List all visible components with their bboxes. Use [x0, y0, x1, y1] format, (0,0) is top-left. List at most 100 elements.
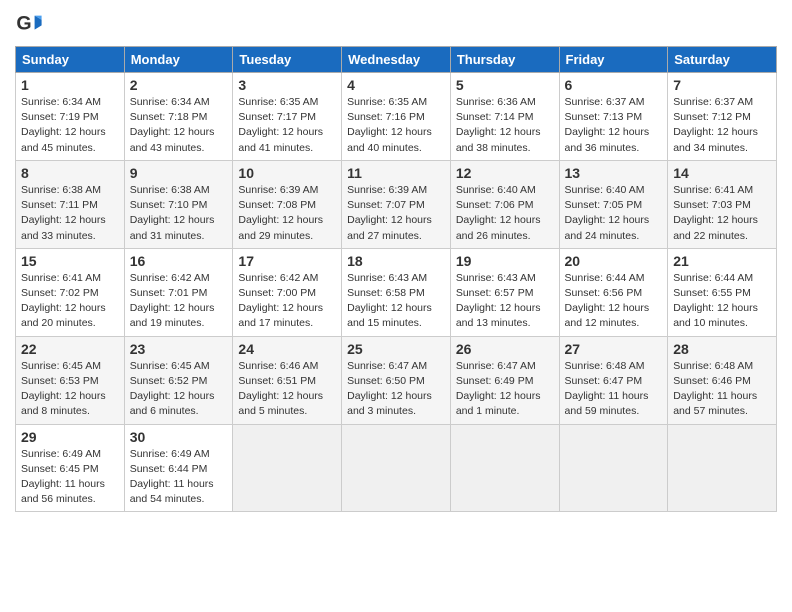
day-number: 22	[21, 341, 119, 357]
logo: G	[15, 10, 47, 38]
calendar-cell: 4 Sunrise: 6:35 AMSunset: 7:16 PMDaylight…	[342, 73, 451, 161]
day-info: Sunrise: 6:37 AMSunset: 7:12 PMDaylight:…	[673, 95, 771, 156]
calendar-cell: 20 Sunrise: 6:44 AMSunset: 6:56 PMDayligh…	[559, 248, 668, 336]
calendar-cell: 8 Sunrise: 6:38 AMSunset: 7:11 PMDaylight…	[16, 160, 125, 248]
day-number: 27	[565, 341, 663, 357]
day-number: 5	[456, 77, 554, 93]
day-number: 21	[673, 253, 771, 269]
logo-icon: G	[15, 10, 43, 38]
svg-text:G: G	[16, 13, 31, 35]
calendar-cell: 24 Sunrise: 6:46 AMSunset: 6:51 PMDayligh…	[233, 336, 342, 424]
calendar-cell: 5 Sunrise: 6:36 AMSunset: 7:14 PMDaylight…	[450, 73, 559, 161]
day-info: Sunrise: 6:39 AMSunset: 7:08 PMDaylight:…	[238, 183, 336, 244]
day-number: 9	[130, 165, 228, 181]
calendar-week-3: 22 Sunrise: 6:45 AMSunset: 6:53 PMDayligh…	[16, 336, 777, 424]
calendar-cell: 1Sunrise: 6:34 AMSunset: 7:19 PMDaylight…	[16, 73, 125, 161]
calendar-cell: 3 Sunrise: 6:35 AMSunset: 7:17 PMDaylight…	[233, 73, 342, 161]
day-number: 16	[130, 253, 228, 269]
calendar-cell: 10 Sunrise: 6:39 AMSunset: 7:08 PMDayligh…	[233, 160, 342, 248]
calendar-cell	[450, 424, 559, 512]
day-info: Sunrise: 6:49 AMSunset: 6:45 PMDaylight:…	[21, 447, 119, 508]
calendar-cell: 2 Sunrise: 6:34 AMSunset: 7:18 PMDaylight…	[124, 73, 233, 161]
calendar-cell: 14 Sunrise: 6:41 AMSunset: 7:03 PMDayligh…	[668, 160, 777, 248]
day-info: Sunrise: 6:34 AMSunset: 7:19 PMDaylight:…	[21, 95, 119, 156]
day-number: 26	[456, 341, 554, 357]
calendar-cell: 22 Sunrise: 6:45 AMSunset: 6:53 PMDayligh…	[16, 336, 125, 424]
day-number: 11	[347, 165, 445, 181]
calendar-cell: 7Sunrise: 6:37 AMSunset: 7:12 PMDaylight…	[668, 73, 777, 161]
header-saturday: Saturday	[668, 47, 777, 73]
day-number: 30	[130, 429, 228, 445]
calendar-cell: 27 Sunrise: 6:48 AMSunset: 6:47 PMDayligh…	[559, 336, 668, 424]
day-number: 12	[456, 165, 554, 181]
calendar-cell: 23 Sunrise: 6:45 AMSunset: 6:52 PMDayligh…	[124, 336, 233, 424]
calendar-cell: 18 Sunrise: 6:43 AMSunset: 6:58 PMDayligh…	[342, 248, 451, 336]
day-info: Sunrise: 6:48 AMSunset: 6:46 PMDaylight:…	[673, 359, 771, 420]
day-number: 17	[238, 253, 336, 269]
calendar-cell: 6 Sunrise: 6:37 AMSunset: 7:13 PMDaylight…	[559, 73, 668, 161]
header: G	[15, 10, 777, 38]
day-number: 13	[565, 165, 663, 181]
day-number: 28	[673, 341, 771, 357]
calendar-cell: 12 Sunrise: 6:40 AMSunset: 7:06 PMDayligh…	[450, 160, 559, 248]
day-number: 10	[238, 165, 336, 181]
day-number: 19	[456, 253, 554, 269]
calendar-week-1: 8 Sunrise: 6:38 AMSunset: 7:11 PMDaylight…	[16, 160, 777, 248]
day-info: Sunrise: 6:34 AMSunset: 7:18 PMDaylight:…	[130, 95, 228, 156]
calendar-week-4: 29Sunrise: 6:49 AMSunset: 6:45 PMDayligh…	[16, 424, 777, 512]
day-info: Sunrise: 6:44 AMSunset: 6:55 PMDaylight:…	[673, 271, 771, 332]
header-sunday: Sunday	[16, 47, 125, 73]
day-info: Sunrise: 6:49 AMSunset: 6:44 PMDaylight:…	[130, 447, 228, 508]
calendar-cell: 13 Sunrise: 6:40 AMSunset: 7:05 PMDayligh…	[559, 160, 668, 248]
header-friday: Friday	[559, 47, 668, 73]
day-number: 4	[347, 77, 445, 93]
day-info: Sunrise: 6:38 AMSunset: 7:11 PMDaylight:…	[21, 183, 119, 244]
day-number: 2	[130, 77, 228, 93]
day-number: 6	[565, 77, 663, 93]
day-info: Sunrise: 6:45 AMSunset: 6:53 PMDaylight:…	[21, 359, 119, 420]
calendar-header-row: SundayMondayTuesdayWednesdayThursdayFrid…	[16, 47, 777, 73]
day-info: Sunrise: 6:47 AMSunset: 6:49 PMDaylight:…	[456, 359, 554, 420]
day-info: Sunrise: 6:40 AMSunset: 7:05 PMDaylight:…	[565, 183, 663, 244]
calendar-cell: 16 Sunrise: 6:42 AMSunset: 7:01 PMDayligh…	[124, 248, 233, 336]
calendar-cell	[559, 424, 668, 512]
page-container: G SundayMondayTuesdayWednesdayThursdayFr…	[0, 0, 792, 522]
calendar-cell: 30 Sunrise: 6:49 AMSunset: 6:44 PMDayligh…	[124, 424, 233, 512]
day-number: 18	[347, 253, 445, 269]
day-info: Sunrise: 6:36 AMSunset: 7:14 PMDaylight:…	[456, 95, 554, 156]
day-info: Sunrise: 6:47 AMSunset: 6:50 PMDaylight:…	[347, 359, 445, 420]
header-tuesday: Tuesday	[233, 47, 342, 73]
day-info: Sunrise: 6:46 AMSunset: 6:51 PMDaylight:…	[238, 359, 336, 420]
day-info: Sunrise: 6:48 AMSunset: 6:47 PMDaylight:…	[565, 359, 663, 420]
calendar-cell: 17Sunrise: 6:42 AMSunset: 7:00 PMDayligh…	[233, 248, 342, 336]
calendar-cell: 11Sunrise: 6:39 AMSunset: 7:07 PMDayligh…	[342, 160, 451, 248]
day-info: Sunrise: 6:37 AMSunset: 7:13 PMDaylight:…	[565, 95, 663, 156]
day-number: 23	[130, 341, 228, 357]
day-info: Sunrise: 6:43 AMSunset: 6:57 PMDaylight:…	[456, 271, 554, 332]
calendar-cell	[342, 424, 451, 512]
calendar-cell: 26 Sunrise: 6:47 AMSunset: 6:49 PMDayligh…	[450, 336, 559, 424]
calendar-cell: 29Sunrise: 6:49 AMSunset: 6:45 PMDayligh…	[16, 424, 125, 512]
day-info: Sunrise: 6:35 AMSunset: 7:17 PMDaylight:…	[238, 95, 336, 156]
day-info: Sunrise: 6:40 AMSunset: 7:06 PMDaylight:…	[456, 183, 554, 244]
day-info: Sunrise: 6:44 AMSunset: 6:56 PMDaylight:…	[565, 271, 663, 332]
day-info: Sunrise: 6:35 AMSunset: 7:16 PMDaylight:…	[347, 95, 445, 156]
day-number: 24	[238, 341, 336, 357]
day-info: Sunrise: 6:42 AMSunset: 7:01 PMDaylight:…	[130, 271, 228, 332]
calendar-cell: 28 Sunrise: 6:48 AMSunset: 6:46 PMDayligh…	[668, 336, 777, 424]
calendar-cell	[668, 424, 777, 512]
day-number: 14	[673, 165, 771, 181]
calendar-table: SundayMondayTuesdayWednesdayThursdayFrid…	[15, 46, 777, 512]
day-number: 20	[565, 253, 663, 269]
day-info: Sunrise: 6:43 AMSunset: 6:58 PMDaylight:…	[347, 271, 445, 332]
calendar-cell: 15Sunrise: 6:41 AMSunset: 7:02 PMDayligh…	[16, 248, 125, 336]
day-number: 3	[238, 77, 336, 93]
calendar-cell: 19 Sunrise: 6:43 AMSunset: 6:57 PMDayligh…	[450, 248, 559, 336]
day-info: Sunrise: 6:38 AMSunset: 7:10 PMDaylight:…	[130, 183, 228, 244]
day-number: 8	[21, 165, 119, 181]
day-number: 25	[347, 341, 445, 357]
calendar-cell: 25 Sunrise: 6:47 AMSunset: 6:50 PMDayligh…	[342, 336, 451, 424]
day-info: Sunrise: 6:45 AMSunset: 6:52 PMDaylight:…	[130, 359, 228, 420]
day-info: Sunrise: 6:41 AMSunset: 7:03 PMDaylight:…	[673, 183, 771, 244]
day-info: Sunrise: 6:41 AMSunset: 7:02 PMDaylight:…	[21, 271, 119, 332]
